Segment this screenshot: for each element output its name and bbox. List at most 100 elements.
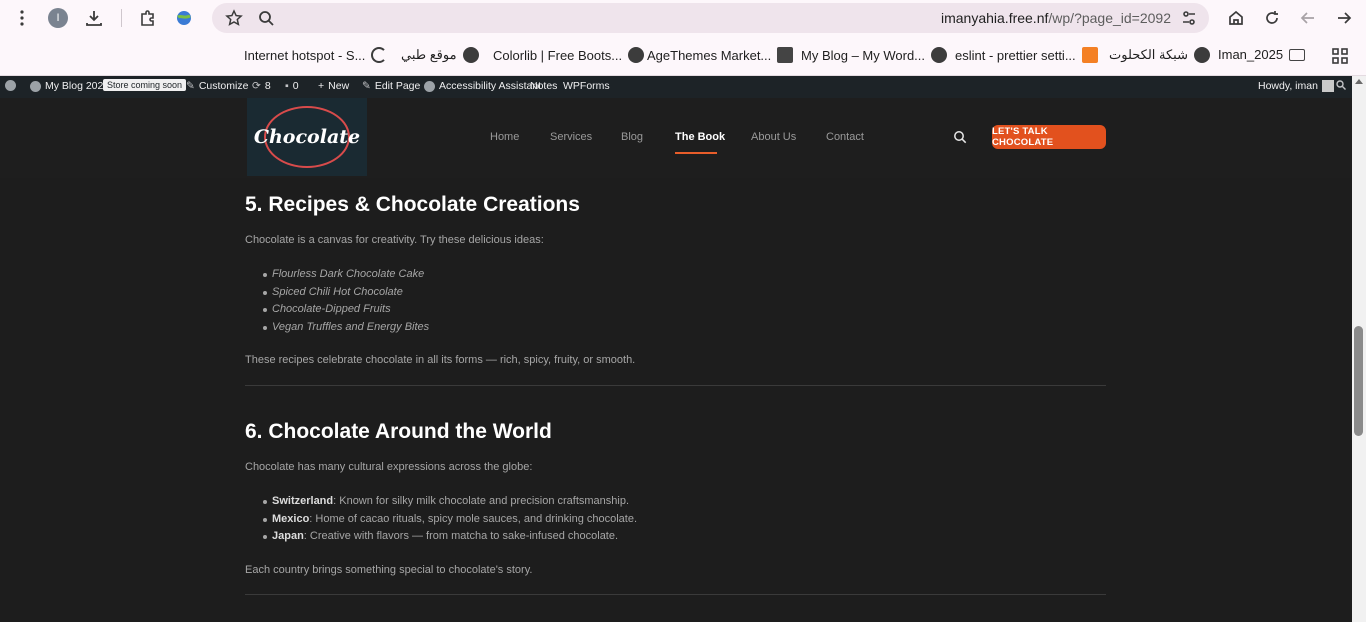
nav-about-us[interactable]: About Us [751,131,796,143]
url-text[interactable]: imanyahia.free.nf/wp/?page_id=2092 [941,10,1171,26]
edit-page-label: Edit Page [374,80,421,92]
address-bar[interactable]: imanyahia.free.nf/wp/?page_id=2092 [212,3,1209,33]
list-item-desc: : Home of cacao rituals, spicy mole sauc… [309,513,638,525]
star-icon[interactable] [220,4,248,32]
bookmark-item[interactable]: شبكة الكحلوت [1109,47,1210,63]
list-item: Spiced Chili Hot Chocolate [263,286,403,298]
search-icon[interactable] [953,130,967,144]
forward-icon[interactable] [1330,4,1358,32]
accessibility-icon [424,80,435,92]
bookmark-label: My Blog – My Word... [801,47,926,63]
back-icon[interactable] [1294,4,1322,32]
my-account-link[interactable]: Howdy, iman [1258,80,1334,92]
bookmark-folder[interactable]: Iman_2025 [1218,47,1306,62]
globe-icon [462,47,479,63]
list-item: Mexico: Home of cacao rituals, spicy mol… [262,513,638,525]
customize-link[interactable]: ✎ Customize [186,80,248,92]
new-link[interactable]: + New [318,80,349,92]
accessibility-label: Accessibility Assistant [439,80,542,92]
bookmark-label: Internet hotspot - S... [244,47,366,63]
scroll-up-icon[interactable] [1355,79,1363,84]
new-label: New [328,80,350,92]
list-item: Switzerland: Known for silky milk chocol… [262,495,629,507]
updates-count: 8 [264,80,271,92]
menu-icon[interactable] [8,4,36,32]
folder-icon [1289,48,1306,61]
plus-icon: + [318,80,325,92]
globe-icon [628,47,645,63]
notes-link[interactable]: Notes [530,80,557,92]
comments-count: 0 [292,80,299,92]
agethemes-icon [777,47,794,63]
globe-icon [1193,47,1210,63]
home-icon[interactable] [1222,4,1250,32]
bookmark-item[interactable]: My Blog – My Word... [801,47,948,63]
wp-admin-bar: My Blog 2025 Store coming soon ✎ Customi… [0,76,1366,98]
bookmarks-bar: Internet hotspot - S... موقع طبي Colorli… [0,36,1366,76]
admin-site-name: My Blog 2025 [45,80,110,92]
active-nav-underline [675,152,717,154]
tune-icon[interactable] [1175,4,1203,32]
list-item-term: Japan [272,530,304,542]
bookmark-label: شبكة الكحلوت [1109,47,1188,62]
updates-link[interactable]: ⟳ 8 [252,80,271,92]
wpforms-link[interactable]: WPForms [563,80,610,92]
admin-site-link[interactable]: My Blog 2025 [30,80,109,92]
globe-extension-icon[interactable] [170,4,198,32]
bookmark-item[interactable]: Internet hotspot - S... [244,47,388,63]
profile-avatar[interactable]: I [48,8,68,28]
bookmark-label: Iman_2025 [1218,47,1284,62]
list-item-term: Switzerland [272,495,334,507]
bookmark-item[interactable]: AgeThemes Market... [647,47,794,63]
logo-ring: Chocolate [254,106,360,168]
url-host: imanyahia.free.nf [940,10,1049,26]
cta-button[interactable]: LET'S TALK CHOCOLATE [992,125,1106,149]
divider [245,594,1106,595]
store-badge-text: Store coming soon [103,79,187,91]
pencil-icon: ✎ [362,80,371,92]
nav-the-book[interactable]: The Book [675,131,725,143]
site-info-icon[interactable] [252,4,280,32]
wpforms-label: WPForms [563,80,610,92]
download-icon[interactable] [80,4,108,32]
dashboard-icon [30,80,41,92]
list-item: Vegan Truffles and Energy Bites [262,321,430,333]
accessibility-link[interactable]: Accessibility Assistant [424,80,541,92]
nav-services[interactable]: Services [550,131,592,143]
edit-page-link[interactable]: ✎ Edit Page [362,80,420,92]
page-scrollbar[interactable] [1352,76,1366,622]
nav-blog[interactable]: Blog [621,131,643,143]
extensions-icon[interactable] [134,4,162,32]
bookmark-item[interactable]: Colorlib | Free Boots... [493,47,645,63]
list-item: Japan: Creative with flavors — from matc… [262,530,618,542]
store-badge[interactable]: Store coming soon [103,79,187,91]
comment-icon: ▪ [285,80,289,92]
admin-search-icon[interactable] [1336,80,1346,90]
bookmark-item[interactable]: موقع طبي [401,47,479,63]
brush-icon: ✎ [186,80,195,92]
section-outro: These recipes celebrate chocolate in all… [245,354,636,366]
nav-contact[interactable]: Contact [826,131,864,143]
section-outro: Each country brings something special to… [245,564,533,576]
updates-icon: ⟳ [252,80,261,92]
bookmark-label: Colorlib | Free Boots... [493,47,623,63]
site-logo[interactable]: Chocolate [247,98,367,176]
bookmark-item[interactable]: eslint - prettier setti... [955,47,1098,63]
divider [245,385,1106,386]
apps-grid-icon[interactable] [1326,42,1354,70]
wordpress-logo-icon[interactable] [5,80,16,91]
scrollbar-thumb[interactable] [1354,326,1363,436]
bookmark-label: AgeThemes Market... [647,47,772,63]
main-content: 5. Recipes & Chocolate Creations Chocola… [0,178,1352,622]
reload-icon[interactable] [1258,4,1286,32]
list-item: Flourless Dark Chocolate Cake [262,268,425,280]
section-intro: Chocolate is a canvas for creativity. Tr… [245,234,544,246]
bookmark-label: eslint - prettier setti... [955,47,1076,63]
notes-label: Notes [530,80,558,92]
comments-link[interactable]: ▪ 0 [285,80,299,92]
globe-icon [931,47,948,63]
nav-home[interactable]: Home [490,131,519,143]
howdy-label: Howdy, iman [1258,80,1318,92]
bookmark-label: موقع طبي [401,47,457,62]
browser-toolbar: I imanyahia.free.nf/wp/?page_id=2092 [0,0,1366,36]
